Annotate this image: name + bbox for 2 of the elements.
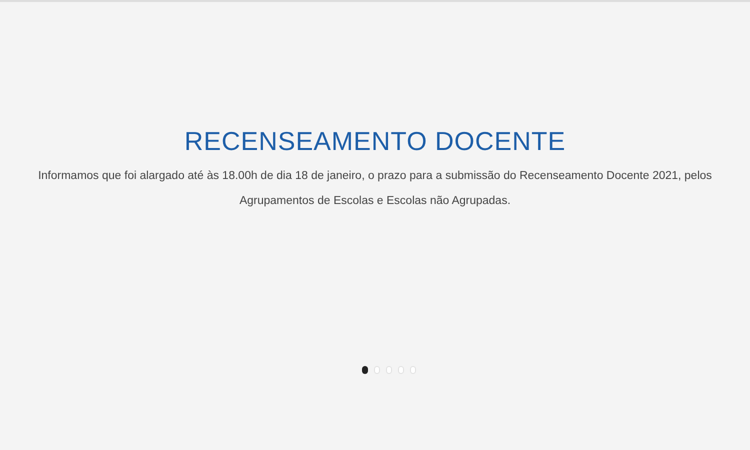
slide-text: Informamos que foi alargado até às 18.00h de dia 18 de janeiro, o prazo para a submissão do Recenseamento Docente 2021, pelos Agrupamentos de Escolas e Escolas não Agrupadas. — [37, 169, 713, 209]
slide-title: RECENSEAMENTO DOCENTE — [184, 125, 566, 158]
